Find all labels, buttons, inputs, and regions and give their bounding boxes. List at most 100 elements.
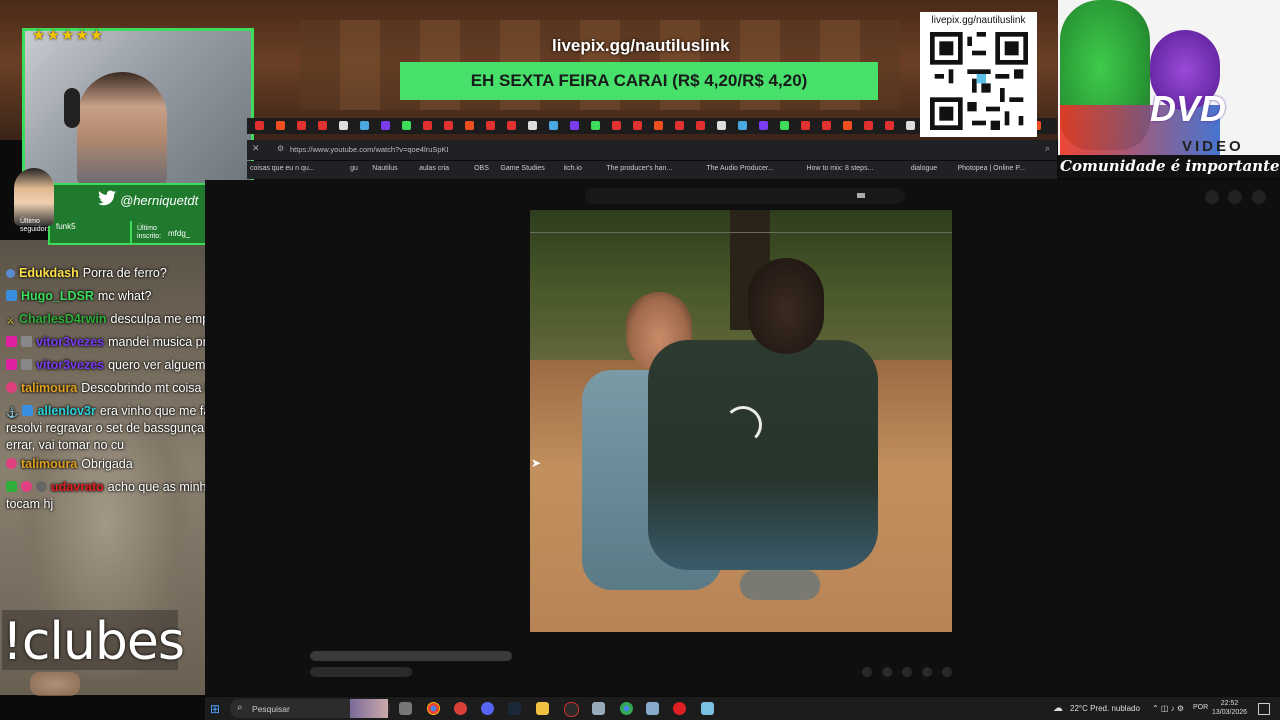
twitter-handle: @herniquetdt [120,193,199,208]
notifications-icon[interactable] [1228,190,1242,204]
url-text[interactable]: https://www.youtube.com/watch?v=qoe4lruS… [290,145,449,154]
bookmark-item[interactable]: The producer's han... [606,165,672,172]
create-icon[interactable] [1205,190,1219,204]
recording-icon[interactable] [673,702,686,715]
browser-tab[interactable] [864,121,873,130]
clock-time: 22:52 [1220,700,1239,707]
browser-tab[interactable] [780,121,789,130]
chat-message: talimoura Obrigada [6,456,133,473]
bookmark-item[interactable]: How to mix: 8 steps... [807,165,874,172]
mute-icon [21,359,32,370]
browser-tab[interactable] [759,121,768,130]
browser-tab[interactable] [423,121,432,130]
command-text: !clubes [2,612,185,672]
browser-tab[interactable] [738,121,747,130]
browser-tab[interactable] [465,121,474,130]
donation-link: livepix.gg/nautiluslink [552,36,730,55]
browser-tab[interactable] [549,121,558,130]
browser-tab[interactable] [318,121,327,130]
browser-tab[interactable] [402,121,411,130]
browser-tab[interactable] [843,121,852,130]
task-view-icon[interactable] [399,702,412,715]
vivaldi-icon[interactable] [454,702,467,715]
search-icon[interactable]: ⌕ [1045,143,1050,154]
badge-icon [6,269,15,278]
donation-goal-text: EH SEXTA FEIRA CARAI (R$ 4,20/R$ 4,20) [470,71,808,90]
browser-tab[interactable] [570,121,579,130]
bookmark-item[interactable]: OBS [474,165,489,172]
bookmark-item[interactable]: Game Studies [500,165,544,172]
chat-message: Edukdash Porra de ferro? [6,265,167,282]
last-follower-value: funk5 [56,222,76,231]
chat-user: Hugo_LDSR [21,289,94,303]
browser-tab[interactable] [822,121,831,130]
heart-icon [6,336,17,347]
app-icon[interactable] [701,702,714,715]
bookmark-item[interactable]: Nautilus [372,165,397,172]
bookmark-item[interactable]: coisas que eu n qu... [250,165,315,172]
system-clock[interactable]: 22:52 13/03/2026 [1212,699,1247,717]
bookmark-item[interactable]: The Audio Producer... [706,165,773,172]
app-icon[interactable] [646,702,659,715]
video-title-placeholder [310,651,512,661]
browser-tab[interactable] [528,121,537,130]
dvd-logo-text: DVD [1150,88,1227,129]
bookmark-item[interactable]: aulas cria [419,165,449,172]
search-button[interactable] [857,193,865,198]
browser-tab[interactable] [297,121,306,130]
chat-user: udavrato [51,480,104,494]
browser-tab[interactable] [717,121,726,130]
notification-icon[interactable] [1258,703,1270,715]
browser-tab[interactable] [444,121,453,130]
browser-tab[interactable] [381,121,390,130]
bookmark-item[interactable]: dialogue [911,165,937,172]
headset-icon [64,88,80,128]
tray-icons[interactable]: ⌃ ◫ ♪ ⚙ [1152,704,1184,713]
avatar[interactable] [1252,190,1266,204]
qr-label: livepix.gg/nautiluslink [931,15,1026,26]
bookmark-item[interactable]: gu [350,165,358,172]
chat-user: CharlesD4rwin [18,312,107,326]
bookmark-item[interactable]: itch.io [564,165,582,172]
badge-icon [36,481,47,492]
folder-icon[interactable] [536,702,549,715]
obs-icon[interactable] [564,702,579,717]
browser-tab[interactable] [906,121,915,130]
browser-tab[interactable] [276,121,285,130]
chat-text: mc what? [97,289,152,303]
bookmark-item[interactable]: Photopea | Online P... [958,165,1025,172]
divider [130,221,132,243]
weather-text[interactable]: 22°C Pred. nublado [1070,704,1140,713]
cloud-icon[interactable]: ☁ [1053,703,1063,714]
chrome-alt-icon[interactable] [620,702,633,715]
badge-icon: ⚔ [6,316,15,327]
browser-tab[interactable] [339,121,348,130]
last-follower-label: Último seguidor: [20,218,49,233]
browser-tab[interactable] [591,121,600,130]
browser-tab[interactable] [255,121,264,130]
badge-icon: ⚓ [6,408,19,419]
browser-tab[interactable] [486,121,495,130]
chrome-icon[interactable] [427,702,440,715]
browser-tab[interactable] [654,121,663,130]
mouse-cursor-icon: ➤ [531,456,542,470]
browser-tab[interactable] [696,121,705,130]
browser-tab[interactable] [360,121,369,130]
browser-tab[interactable] [801,121,810,130]
steam-icon[interactable] [508,702,521,715]
browser-tab[interactable] [507,121,516,130]
app-icon[interactable] [592,702,605,715]
close-icon[interactable]: ✕ [252,143,260,154]
discord-icon[interactable] [481,702,494,715]
browser-tab[interactable] [612,121,621,130]
browser-tab[interactable] [633,121,642,130]
settings-icon[interactable]: ⚙ [277,144,284,153]
windows-start-icon[interactable]: ⊞ [210,702,220,716]
chat-message: Hugo_LDSR mc what? [6,288,151,305]
action-placeholder [902,667,912,677]
cover-barbed-wire [530,232,952,233]
language-indicator[interactable]: POR [1193,704,1208,711]
browser-tab[interactable] [675,121,684,130]
browser-tab[interactable] [885,121,894,130]
badge-icon [21,481,32,492]
